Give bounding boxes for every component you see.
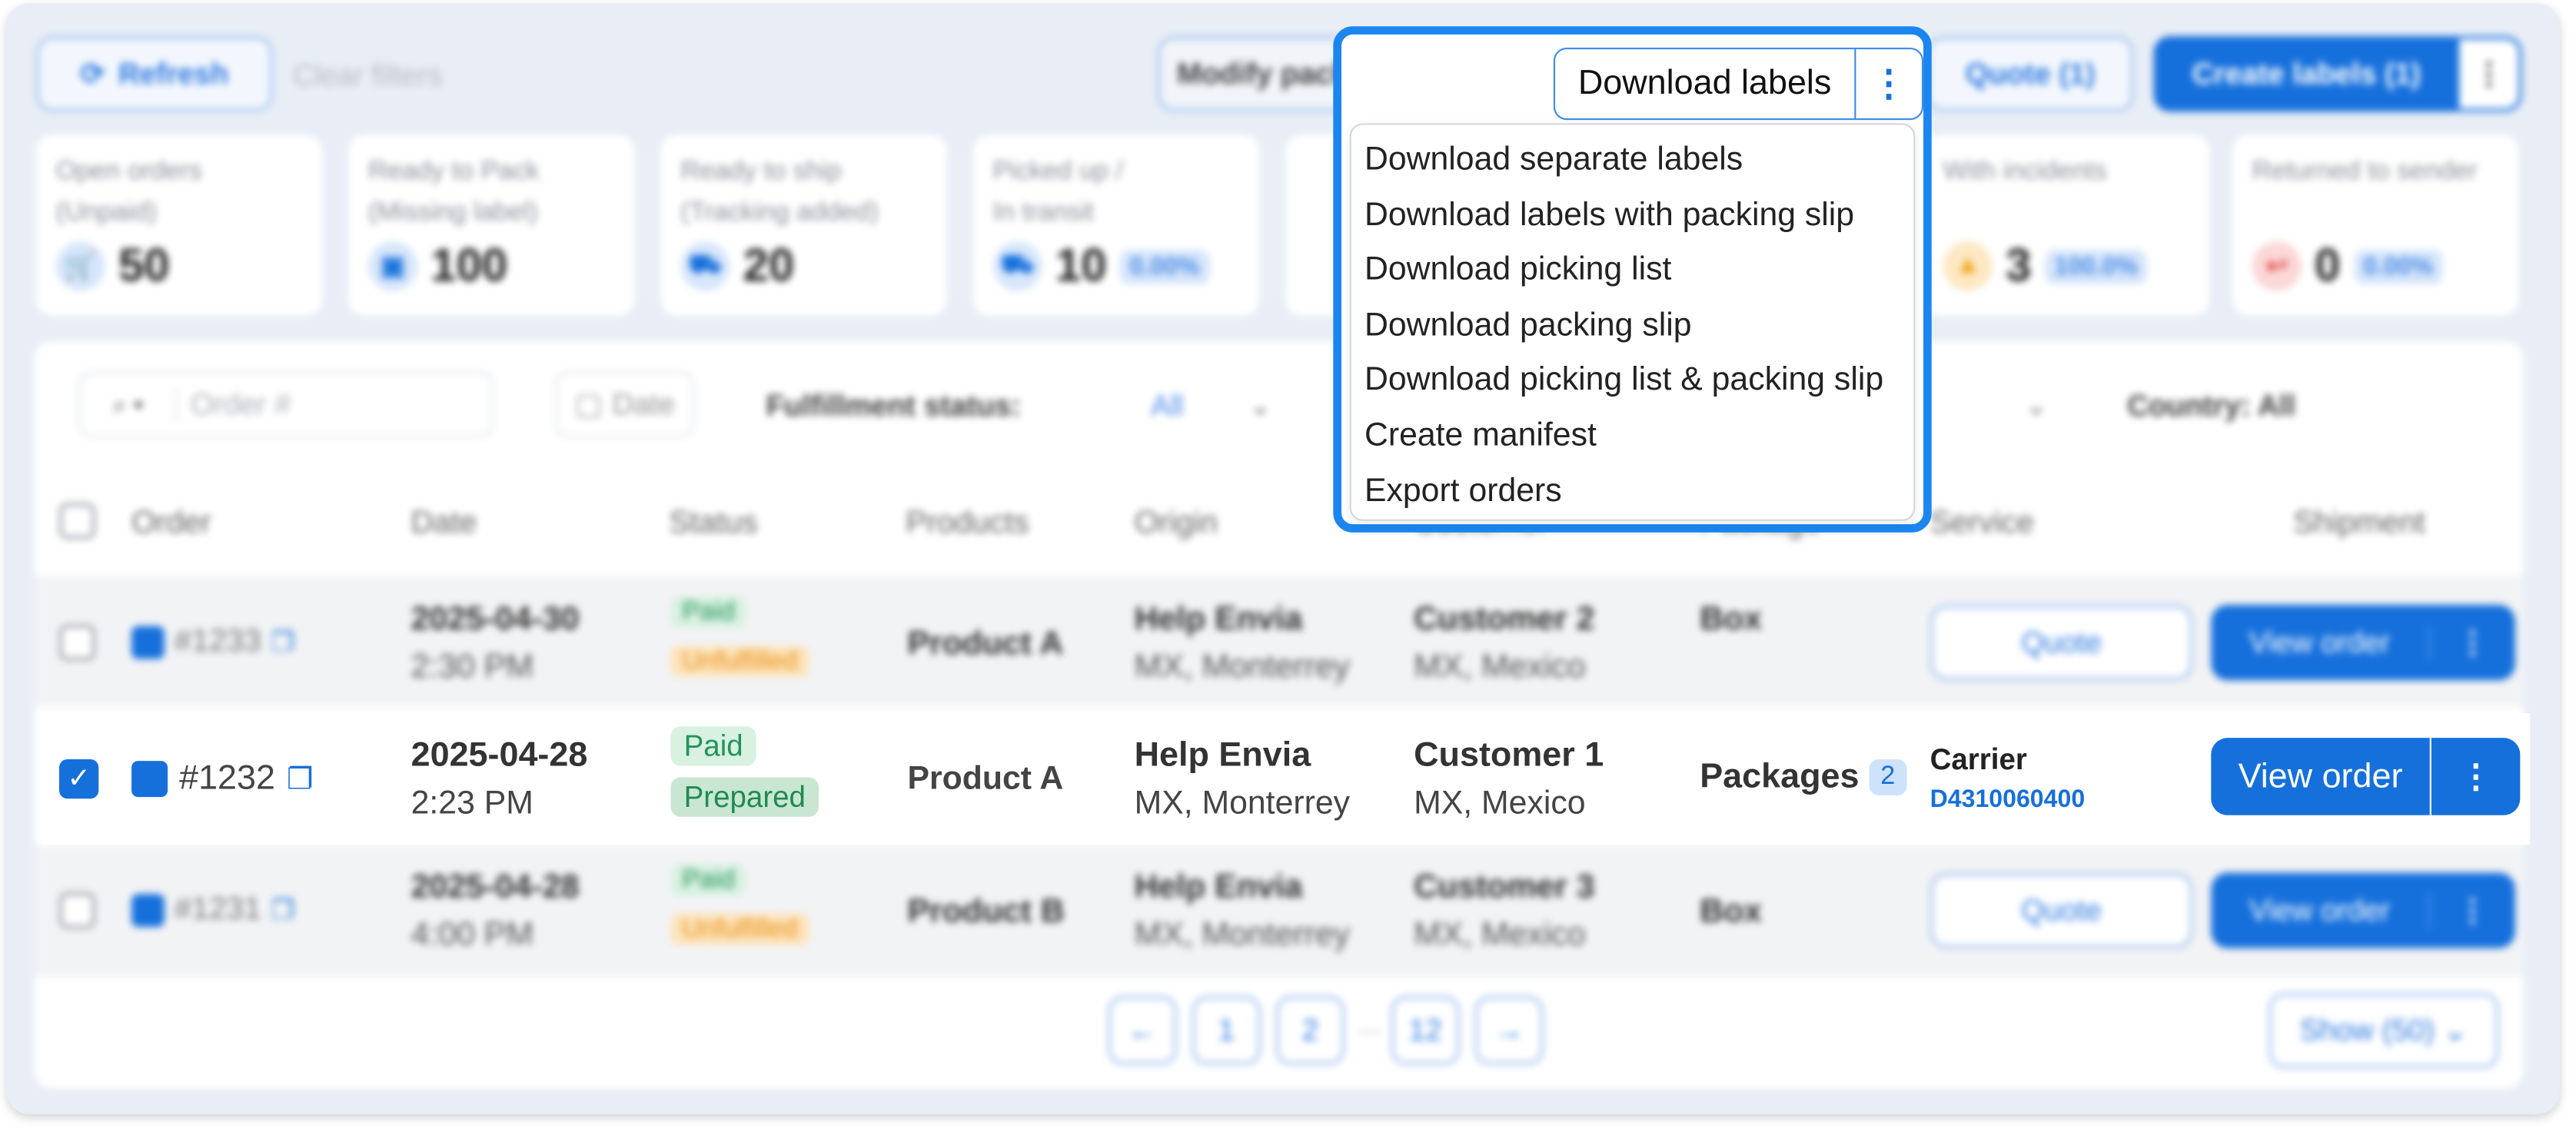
stat-card-ready-to-ship[interactable]: Ready to ship (Tracking added) ⛟ 20	[660, 134, 947, 316]
status-badge: Unfulfilled	[670, 646, 809, 678]
header-service: Service	[1930, 506, 2035, 541]
menu-item-download-labels-with-packing-slip[interactable]: Download labels with packing slip	[1364, 198, 1854, 235]
order-cell: #1233 ❐	[131, 625, 294, 661]
status-badge: Unfulfilled	[670, 914, 809, 945]
stage: ⟳ Refresh Clear filters Modify package Q…	[0, 0, 2576, 1130]
table-row-selected[interactable]	[41, 713, 2531, 845]
refresh-button[interactable]: ⟳ Refresh	[36, 36, 273, 112]
prev-page-button[interactable]: ←	[1108, 995, 1178, 1065]
view-order-button[interactable]: View order ⋮	[2211, 738, 2521, 815]
page-button[interactable]: 1	[1192, 995, 1261, 1065]
country-filter[interactable]: Country: All	[2127, 390, 2295, 424]
next-page-button[interactable]: →	[1474, 995, 1544, 1065]
kebab-icon[interactable]: ⋮	[2459, 39, 2519, 109]
clear-filters-link[interactable]: Clear filters	[293, 59, 443, 94]
page-button[interactable]: 12	[1391, 995, 1460, 1065]
header-order: Order	[131, 506, 211, 541]
menu-item-download-picking-list[interactable]: Download picking list	[1364, 251, 1671, 289]
menu-item-download-separate-labels[interactable]: Download separate labels	[1364, 141, 1743, 179]
view-order-button[interactable]: View order ⋮	[2211, 604, 2515, 681]
stat-card-open-orders[interactable]: Open orders (Unpaid) 🛒 50	[36, 134, 323, 316]
quote-row-button[interactable]: Quote	[1930, 872, 2193, 948]
select-all-checkbox[interactable]	[58, 503, 96, 539]
download-labels-highlight: Download labels ⋮ Download separate labe…	[1333, 26, 1932, 533]
status-badge: Paid	[670, 726, 756, 766]
chevron-down-icon[interactable]: ⌄	[1249, 390, 1271, 423]
copy-icon[interactable]: ❐	[271, 626, 295, 659]
header-date: Date	[410, 506, 477, 541]
warning-icon: ▲	[1943, 241, 1993, 291]
status-badge: Paid	[670, 596, 746, 628]
kebab-icon[interactable]: ⋮	[2428, 625, 2515, 660]
row-checkbox-checked[interactable]: ✓	[58, 759, 99, 799]
quote-row-button[interactable]: Quote	[1930, 604, 2193, 681]
header-origin: Origin	[1134, 506, 1218, 541]
tracking-link[interactable]: D4310060400	[1930, 785, 2086, 813]
row-checkbox[interactable]	[58, 892, 96, 929]
menu-item-create-manifest[interactable]: Create manifest	[1364, 417, 1597, 455]
order-cell: #1231 ❐	[131, 892, 294, 928]
store-icon	[131, 761, 168, 798]
fulfillment-label: Fulfillment status:	[766, 389, 1022, 423]
menu-item-download-picking-list-and-packing-slip[interactable]: Download picking list & packing slip	[1364, 361, 1883, 399]
download-labels-menu: Download separate labels Download labels…	[1349, 123, 1916, 521]
header-shipment: Shipment	[2293, 506, 2425, 541]
page-size-select[interactable]: Show (50) ⌄	[2269, 992, 2499, 1069]
search-icon: ⌕ ▾	[112, 390, 144, 419]
copy-icon[interactable]: ❐	[271, 894, 295, 927]
cart-icon: 🛒	[55, 241, 105, 291]
refresh-icon: ⟳	[80, 56, 105, 90]
chevron-down-icon[interactable]: ⌄	[2026, 390, 2048, 423]
stat-card-returned[interactable]: Returned to sender ↩ 0 0.00%	[2232, 134, 2519, 316]
order-search[interactable]: ⌕ ▾ Order #	[78, 371, 494, 437]
calendar-icon: ▢	[574, 387, 603, 420]
blurred-background: ⟳ Refresh Clear filters Modify package Q…	[7, 3, 2560, 1114]
menu-item-download-packing-slip[interactable]: Download packing slip	[1364, 307, 1692, 345]
app-window: ⟳ Refresh Clear filters Modify package Q…	[6, 3, 2560, 1114]
menu-item-export-orders[interactable]: Export orders	[1364, 473, 1562, 511]
download-labels-button[interactable]: Download labels ⋮	[1553, 48, 1924, 121]
view-order-button[interactable]: View order ⋮	[2211, 872, 2515, 948]
kebab-icon[interactable]: ⋮	[2429, 738, 2521, 815]
check-icon: ✓	[67, 762, 91, 794]
fulfillment-select[interactable]: All	[1151, 390, 1184, 424]
quote-button[interactable]: Quote (1)	[1926, 36, 2134, 112]
arrow-left-icon: ←	[1128, 1013, 1158, 1047]
box-icon: ▣	[368, 241, 418, 291]
search-input[interactable]: Order #	[175, 387, 291, 422]
status-badge: Prepared	[670, 777, 819, 817]
copy-icon[interactable]: ❐	[287, 762, 314, 796]
row-checkbox[interactable]	[58, 624, 96, 661]
order-cell: #1232 ❐	[131, 759, 313, 798]
store-icon	[131, 894, 165, 928]
truck-icon: ⛟	[992, 241, 1042, 291]
chevron-down-icon: ⌄	[2442, 1013, 2468, 1047]
kebab-icon[interactable]: ⋮	[1854, 49, 1922, 118]
header-status: Status	[669, 506, 758, 541]
package-count-badge: 2	[1869, 759, 1907, 796]
status-badge: Paid	[670, 864, 746, 896]
truck-icon: ⛟	[680, 241, 730, 291]
header-products: Products	[906, 506, 1029, 541]
stat-card-incidents[interactable]: With incidents ▲ 3 100.0%	[1923, 134, 2210, 316]
pagination-ellipsis: ...	[1358, 1012, 1380, 1041]
stat-card-in-transit[interactable]: Picked up / In transit ⛟ 10 0.00%	[972, 134, 1260, 316]
kebab-icon[interactable]: ⋮	[2428, 893, 2515, 928]
return-icon: ↩	[2252, 241, 2302, 291]
stat-card-ready-to-pack[interactable]: Ready to Pack (Missing label) ▣ 100	[348, 134, 635, 316]
arrow-right-icon: →	[1494, 1013, 1524, 1047]
package-cell: Packages 2	[1700, 758, 1907, 797]
store-icon	[131, 626, 165, 659]
page-button[interactable]: 2	[1275, 995, 1345, 1065]
date-filter[interactable]: ▢ Date	[555, 371, 694, 437]
create-labels-button[interactable]: Create labels (1) ⋮	[2153, 36, 2522, 112]
